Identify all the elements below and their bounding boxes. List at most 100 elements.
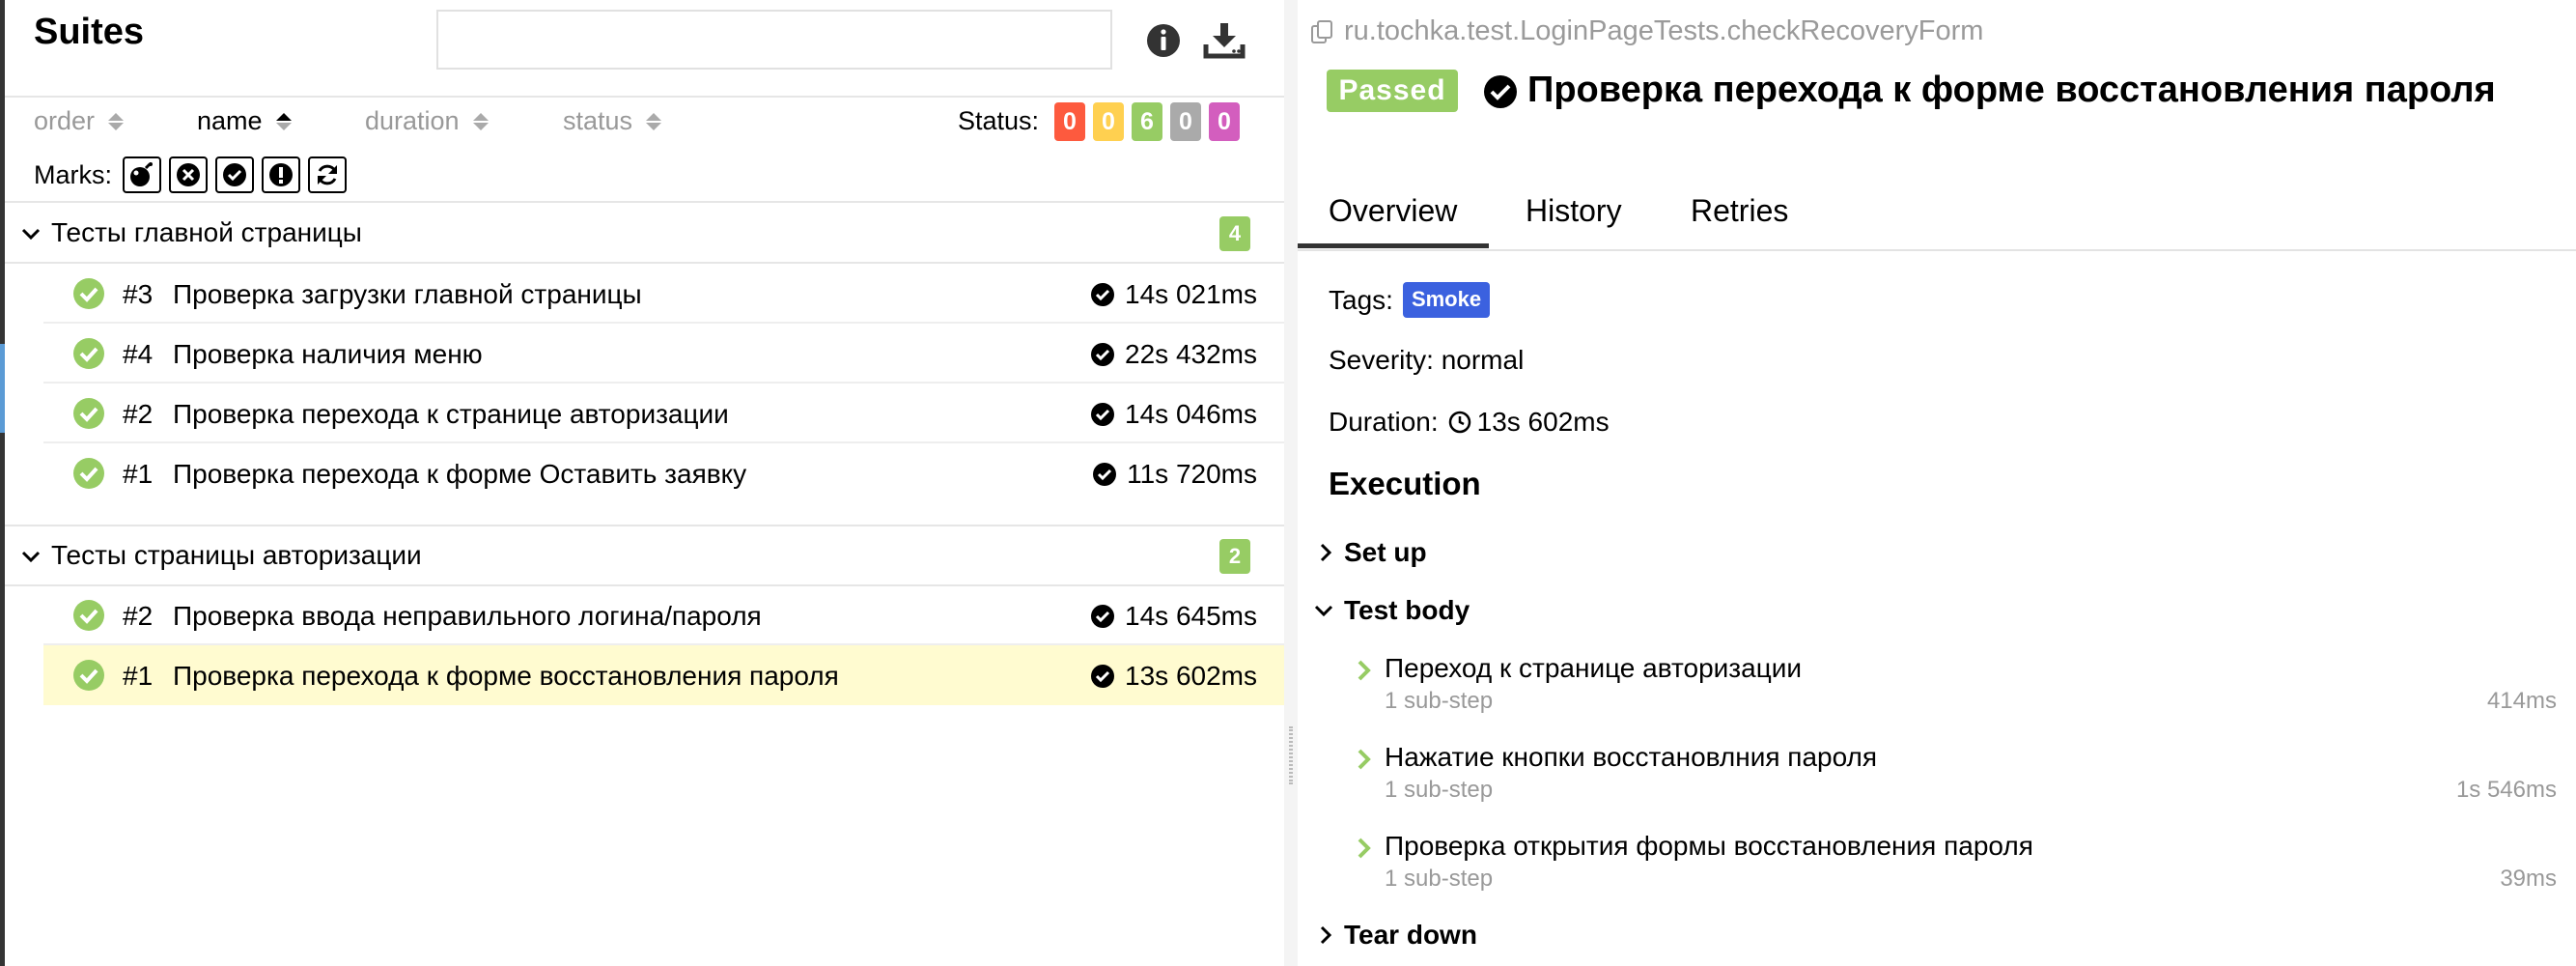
test-duration: 14s 021ms	[1090, 279, 1257, 310]
test-body-section[interactable]: Test body	[1313, 595, 1470, 626]
test-duration-text: 22s 432ms	[1125, 339, 1257, 369]
suite-group-name: Тесты главной страницы	[51, 217, 362, 247]
retries-icon[interactable]	[308, 156, 347, 193]
flaky-icon[interactable]	[123, 156, 161, 193]
passed-status-icon	[73, 458, 104, 489]
step-substeps: 1 sub-step	[1385, 688, 1494, 714]
download-icon[interactable]	[1202, 21, 1246, 60]
test-title: Проверка перехода к форме восстановления…	[173, 661, 839, 691]
active-tab-indicator	[1298, 243, 1489, 248]
pane-splitter[interactable]	[1284, 0, 1298, 966]
status-count-broken[interactable]: 0	[1093, 102, 1124, 141]
suite-group-count: 2	[1219, 539, 1250, 574]
step-substeps: 1 sub-step	[1385, 777, 1494, 803]
chevron-right-icon	[1320, 543, 1332, 562]
tab-overview[interactable]: Overview	[1329, 193, 1457, 229]
duration-row: Duration: 13s 602ms	[1329, 407, 1610, 438]
new-failed-icon[interactable]	[169, 156, 208, 193]
status-count-unknown[interactable]: 0	[1209, 102, 1240, 141]
step-name: Проверка открытия формы восстановления п…	[1385, 831, 2033, 861]
marks-label: Marks:	[34, 160, 112, 189]
search-input[interactable]	[436, 10, 1112, 70]
passed-status-icon	[73, 338, 104, 369]
check-circle-icon	[1091, 283, 1115, 306]
teardown-section[interactable]: Tear down	[1317, 920, 1477, 951]
tab-history[interactable]: History	[1526, 193, 1622, 229]
sort-status-label: status	[563, 106, 633, 135]
splitter-handle[interactable]	[1289, 726, 1293, 784]
step-time: 39ms	[2500, 866, 2557, 892]
chevron-right-icon	[1358, 838, 1371, 859]
test-order: #1	[123, 661, 154, 691]
passed-status-icon	[73, 660, 104, 691]
test-duration: 14s 645ms	[1090, 601, 1257, 632]
duration-value: 13s 602ms	[1476, 407, 1610, 437]
test-row[interactable]: #3 Проверка загрузки главной страницы 14…	[43, 264, 1284, 324]
test-row[interactable]: #2 Проверка ввода неправильного логина/п…	[43, 585, 1284, 645]
suites-title: Suites	[34, 12, 145, 52]
sort-name[interactable]: name	[197, 106, 292, 136]
sort-icon	[646, 112, 662, 130]
test-order: #1	[123, 459, 154, 489]
test-row[interactable]: #1 Проверка перехода к форме Оставить за…	[43, 443, 1284, 503]
step-substeps: 1 sub-step	[1385, 866, 1494, 892]
sort-icon	[472, 112, 489, 130]
clock-icon	[1448, 411, 1470, 434]
test-title: Проверка перехода к странице авторизации	[173, 399, 729, 429]
status-count-failed[interactable]: 0	[1054, 102, 1085, 141]
step-item[interactable]: Переход к странице авторизации 1 sub-ste…	[1356, 653, 2557, 740]
test-title: Проверка загрузки главной страницы	[173, 279, 642, 309]
setup-section[interactable]: Set up	[1317, 537, 1427, 568]
check-circle-icon	[1091, 343, 1115, 366]
step-item[interactable]: Проверка открытия формы восстановления п…	[1356, 831, 2557, 918]
severity-row: Severity: normal	[1329, 345, 1524, 376]
step-time: 414ms	[2486, 688, 2557, 714]
duration-label: Duration:	[1329, 407, 1439, 437]
sort-order[interactable]: order	[34, 106, 125, 136]
test-row[interactable]: #2 Проверка перехода к странице авториза…	[43, 384, 1284, 443]
sort-status[interactable]: status	[563, 106, 662, 136]
tags-label: Tags:	[1329, 284, 1393, 315]
test-order: #2	[123, 601, 154, 631]
detail-tabs: Overview History Retries	[1298, 180, 2576, 249]
copy-icon[interactable]	[1309, 18, 1336, 45]
suite-group[interactable]: Тесты главной страницы 4	[5, 204, 1284, 264]
sort-order-label: order	[34, 106, 96, 135]
test-title: Проверка наличия меню	[173, 339, 483, 369]
test-duration-text: 14s 046ms	[1125, 399, 1257, 429]
test-row[interactable]: #4 Проверка наличия меню 22s 432ms	[43, 324, 1284, 384]
new-broken-icon[interactable]	[262, 156, 300, 193]
status-filter-label: Status:	[958, 106, 1040, 135]
test-duration-text: 13s 602ms	[1125, 661, 1257, 691]
test-row-selected[interactable]: #1 Проверка перехода к форме восстановле…	[43, 645, 1284, 705]
test-full-name[interactable]: ru.tochka.test.LoginPageTests.checkRecov…	[1309, 15, 1983, 47]
sort-duration[interactable]: duration	[365, 106, 489, 136]
page-title: Проверка перехода к форме восстановления…	[1527, 70, 2496, 110]
teardown-label: Tear down	[1344, 920, 1477, 950]
test-detail-panel: ru.tochka.test.LoginPageTests.checkRecov…	[1298, 0, 2576, 966]
status-filter: 00600	[1054, 102, 1240, 141]
severity-text: Severity: normal	[1329, 345, 1525, 375]
check-circle-icon	[1091, 605, 1115, 628]
step-item[interactable]: Нажатие кнопки восстановлния пароля 1 su…	[1356, 742, 2557, 829]
test-duration-text: 14s 645ms	[1125, 601, 1257, 631]
step-name: Нажатие кнопки восстановлния пароля	[1385, 742, 1878, 772]
chevron-down-icon	[21, 228, 41, 241]
test-duration: 22s 432ms	[1090, 339, 1257, 370]
status-count-skipped[interactable]: 0	[1170, 102, 1201, 141]
info-icon[interactable]	[1144, 21, 1183, 60]
chevron-down-icon	[21, 551, 41, 563]
status-count-passed[interactable]: 6	[1132, 102, 1162, 141]
tags-row: Tags: Smoke	[1329, 282, 1491, 318]
chevron-down-icon	[1314, 605, 1333, 617]
suite-group[interactable]: Тесты страницы авторизации 2	[5, 525, 1284, 586]
status-badge: Passed	[1327, 70, 1458, 112]
check-circle-icon	[1093, 463, 1117, 486]
test-duration-text: 14s 021ms	[1125, 279, 1257, 309]
test-duration: 13s 602ms	[1090, 661, 1257, 692]
setup-label: Set up	[1344, 537, 1427, 567]
tag-badge[interactable]: Smoke	[1402, 282, 1491, 318]
passed-status-icon	[73, 278, 104, 309]
new-passed-icon[interactable]	[215, 156, 254, 193]
tab-retries[interactable]: Retries	[1691, 193, 1788, 229]
